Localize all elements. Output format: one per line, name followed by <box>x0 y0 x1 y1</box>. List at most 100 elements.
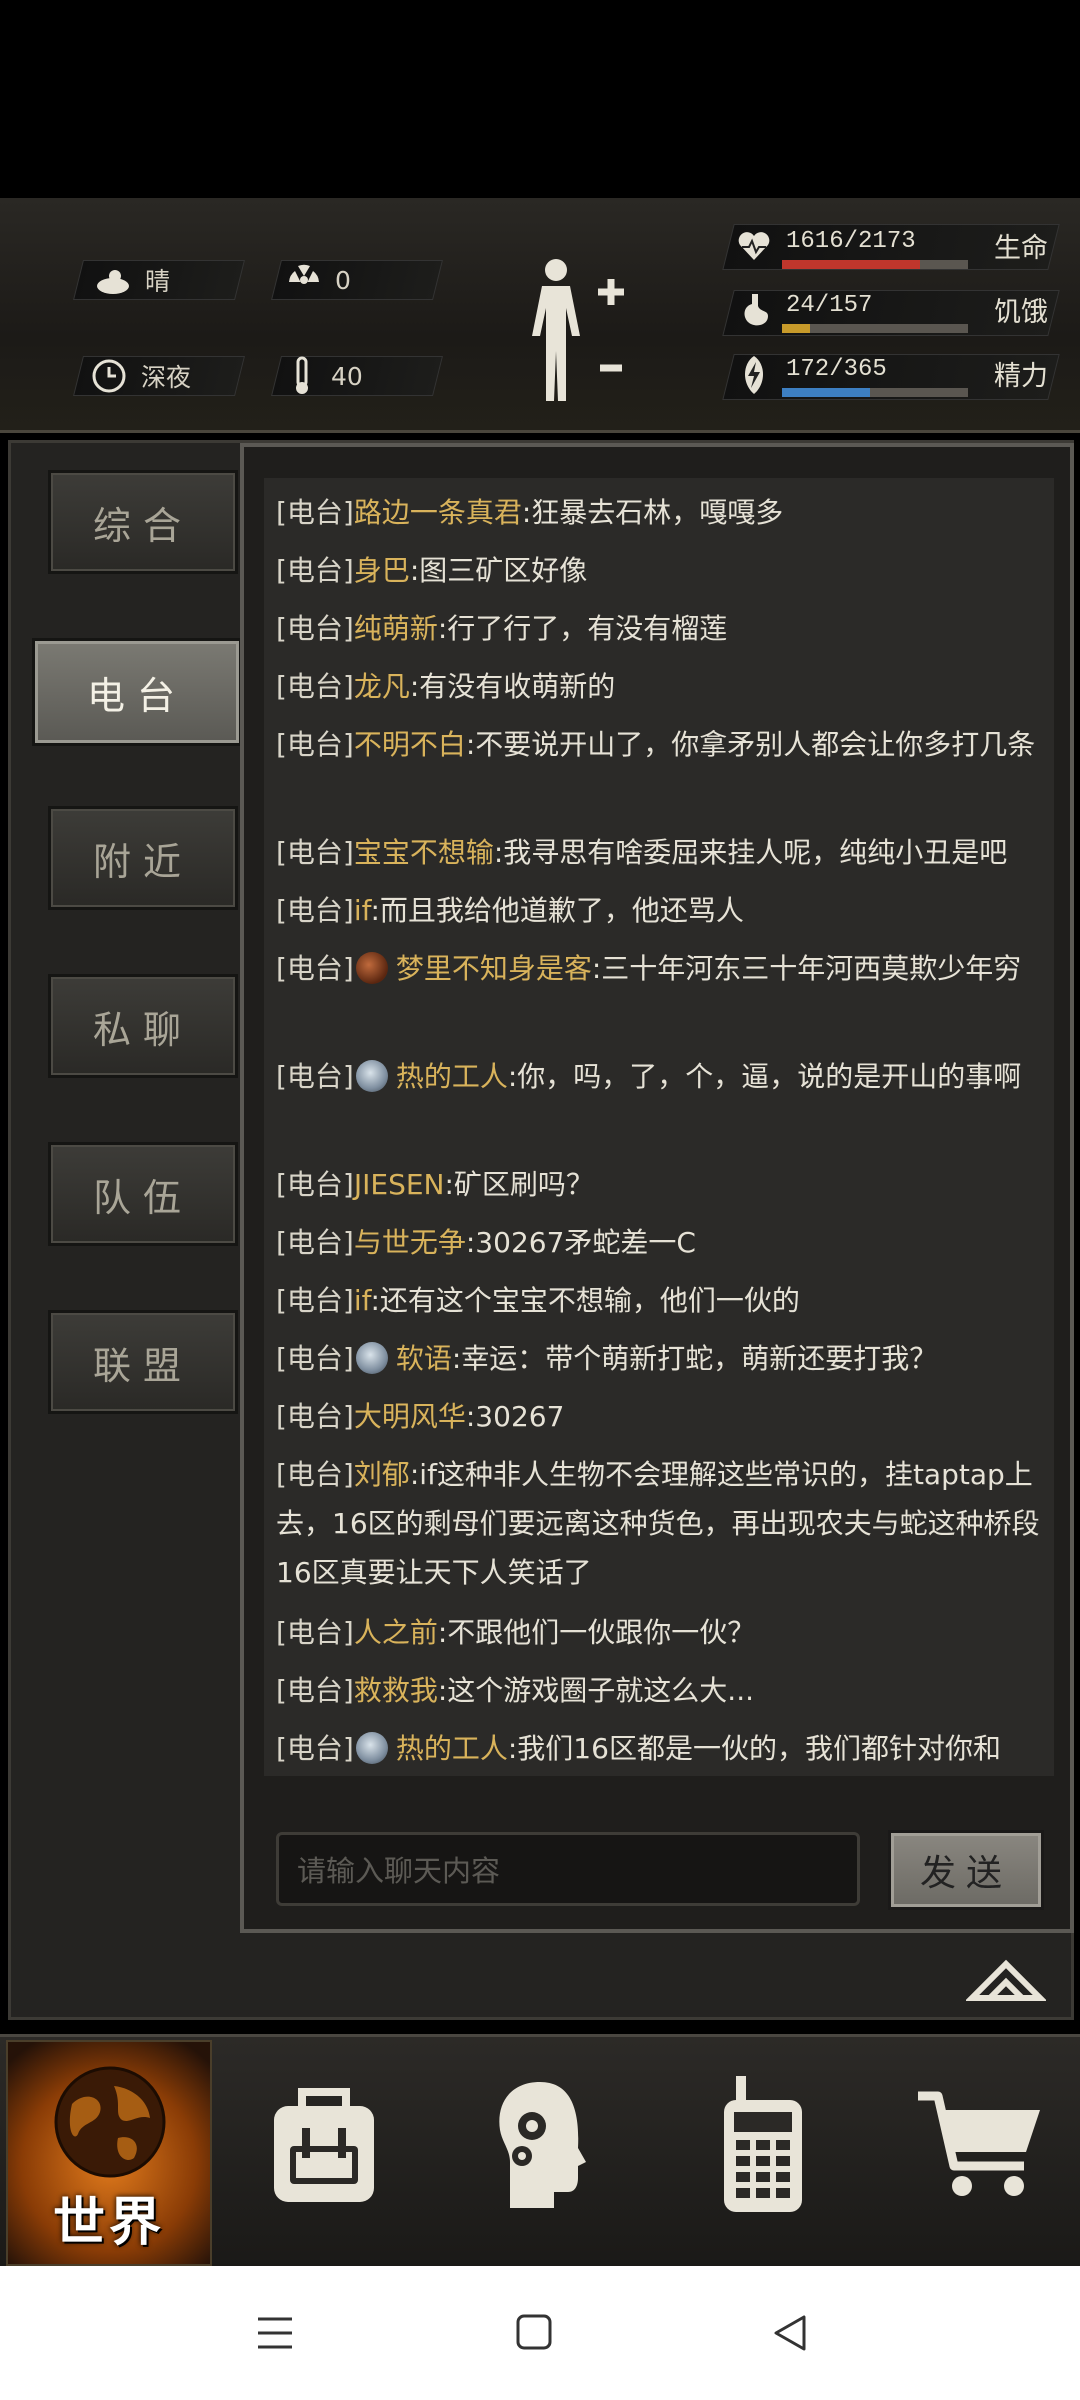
weather-box: 晴 <box>73 260 245 300</box>
energy-label: 精力 <box>994 361 1048 392</box>
message-text: :三十年河东三十年河西莫欺少年穷 <box>591 952 1022 985</box>
chat-message: [电台] 热的工人:我们16区都是一伙的，我们都针对你和 <box>276 1724 1048 1773</box>
tab-nearby[interactable]: 附近 <box>48 806 238 910</box>
chat-message: [电台]路边一条真君:狂暴去石林，嘎嘎多 <box>276 488 1048 537</box>
sender-name[interactable]: 不明不白 <box>354 728 466 761</box>
tab-team[interactable]: 队伍 <box>48 1142 238 1246</box>
message-text: :30267矛蛇差一C <box>465 1226 696 1259</box>
sender-name[interactable]: 梦里不知身是客 <box>396 952 592 985</box>
back-icon[interactable] <box>772 2314 808 2352</box>
chat-message: [电台]不明不白:不要说开山了，你拿矛别人都会让你多打几条 <box>276 720 1048 769</box>
sender-name[interactable]: 纯萌新 <box>354 612 438 645</box>
sender-name[interactable]: 刘郁 <box>354 1458 410 1491</box>
body-status-icon[interactable] <box>520 256 630 406</box>
channel-tag: [电台] <box>276 1458 354 1491</box>
chat-message: [电台]宝宝不想输:我寻思有啥委屈来挂人呢，纯纯小丑是吧 <box>276 828 1048 877</box>
message-text: :我寻思有啥委屈来挂人呢，纯纯小丑是吧 <box>493 836 1008 869</box>
temperature-value: 40 <box>331 361 363 391</box>
sender-name[interactable]: 宝宝不想输 <box>354 836 494 869</box>
tab-general[interactable]: 综合 <box>48 470 238 574</box>
time-text: 深夜 <box>141 363 192 392</box>
message-text: :行了行了，有没有榴莲 <box>437 612 728 645</box>
sender-name[interactable]: if <box>354 894 371 927</box>
chat-message: [电台]if:而且我给他道歉了，他还骂人 <box>276 886 1048 935</box>
health-text: 1616/2173 <box>786 228 916 255</box>
sender-name[interactable]: JIESEN <box>354 1168 445 1201</box>
world-nav-label: 世界 <box>52 2193 165 2253</box>
chat-message: [电台] 软语:幸运：带个萌新打蛇，萌新还要打我？ <box>276 1334 1048 1383</box>
message-text: :不要说开山了，你拿矛别人都会让你多打几条 <box>465 728 1036 761</box>
player-badge-icon <box>355 1060 388 1092</box>
message-text: :你，吗，了，个，逼，说的是开山的事啊 <box>507 1060 1022 1093</box>
channel-tag: [电台] <box>276 1342 354 1375</box>
sender-name[interactable]: 大明风华 <box>354 1400 466 1433</box>
sender-name[interactable]: 热的工人 <box>396 1732 508 1765</box>
chat-message: [电台]大明风华:30267 <box>276 1392 1048 1441</box>
tab-radio[interactable]: 电台 <box>32 638 242 746</box>
chat-message: [电台]纯萌新:行了行了，有没有榴莲 <box>276 604 1048 653</box>
hunger-bar <box>782 324 968 333</box>
channel-tag: [电台] <box>276 1400 354 1433</box>
sender-name[interactable]: 龙凡 <box>354 670 410 703</box>
sender-name[interactable]: 软语 <box>396 1342 452 1375</box>
system-navigation-bar <box>0 2266 1080 2400</box>
message-text: :30267 <box>465 1400 565 1433</box>
channel-tag: [电台] <box>276 670 354 703</box>
chat-message: [电台]if:还有这个宝宝不想输，他们一伙的 <box>276 1276 1048 1325</box>
world-nav-button[interactable]: 世界 <box>6 2040 212 2266</box>
message-text: :狂暴去石林，嘎嘎多 <box>521 496 784 529</box>
message-text: :还有这个宝宝不想输，他们一伙的 <box>370 1284 800 1317</box>
chat-message: [电台] 梦里不知身是客:三十年河东三十年河西莫欺少年穷 <box>276 944 1048 993</box>
time-box: 深夜 <box>73 356 245 396</box>
tab-private-chat[interactable]: 私聊 <box>48 974 238 1078</box>
channel-tag: [电台] <box>276 612 354 645</box>
sender-name[interactable]: 身巴 <box>354 554 410 587</box>
skills-head-icon[interactable] <box>492 2078 588 2212</box>
channel-tag: [电台] <box>276 952 354 985</box>
chat-message: [电台]人之前:不跟他们一伙跟你一伙？ <box>276 1608 1048 1657</box>
home-icon[interactable] <box>516 2314 552 2350</box>
chat-input[interactable]: 请输入聊天内容 <box>276 1832 860 1906</box>
backpack-icon[interactable] <box>266 2084 382 2208</box>
channel-tag: [电台] <box>276 894 354 927</box>
stomach-icon <box>744 294 768 326</box>
shop-cart-icon[interactable] <box>916 2088 1044 2202</box>
hunger-label: 饥饿 <box>994 297 1048 328</box>
radiation-value: 0 <box>335 265 351 295</box>
player-badge-icon <box>355 952 388 984</box>
radio-device-icon[interactable] <box>718 2074 808 2214</box>
sender-name[interactable]: 热的工人 <box>396 1060 508 1093</box>
radiation-box: 0 <box>271 260 443 300</box>
message-text: :矿区刷吗？ <box>444 1168 594 1201</box>
player-badge-icon <box>355 1342 388 1374</box>
energy-bar-fill <box>782 388 870 397</box>
health-bar-fill <box>782 260 921 269</box>
radiation-icon <box>289 264 319 284</box>
message-text: :图三矿区好像 <box>409 554 588 587</box>
message-text: :有没有收萌新的 <box>409 670 616 703</box>
collapse-up-icon[interactable] <box>966 1956 1046 2006</box>
sender-name[interactable]: 路边一条真君 <box>354 496 522 529</box>
health-bar <box>782 260 968 269</box>
channel-tag: [电台] <box>276 1060 354 1093</box>
sender-name[interactable]: 救救我 <box>354 1674 438 1707</box>
message-text: :而且我给他道歉了，他还骂人 <box>370 894 744 927</box>
channel-tag: [电台] <box>276 1226 354 1259</box>
channel-tag: [电台] <box>276 1168 354 1201</box>
sender-name[interactable]: if <box>354 1284 371 1317</box>
tab-alliance[interactable]: 联盟 <box>48 1310 238 1414</box>
sender-name[interactable]: 与世无争 <box>354 1226 466 1259</box>
chat-message: [电台]身巴:图三矿区好像 <box>276 546 1048 595</box>
menu-icon[interactable] <box>256 2316 294 2350</box>
health-label: 生命 <box>994 233 1048 264</box>
channel-tag: [电台] <box>276 1284 354 1317</box>
chat-input-placeholder: 请输入聊天内容 <box>297 1854 501 1888</box>
energy-bar <box>782 388 968 397</box>
message-text: :幸运：带个萌新打蛇，萌新还要打我？ <box>451 1342 938 1375</box>
message-text: :这个游戏圈子就这么大... <box>437 1674 755 1707</box>
thermometer-icon <box>296 356 308 394</box>
send-button[interactable]: 发送 <box>888 1830 1044 1910</box>
channel-tag: [电台] <box>276 1674 354 1707</box>
sender-name[interactable]: 人之前 <box>354 1616 438 1649</box>
chat-message: [电台] 热的工人:你，吗，了，个，逼，说的是开山的事啊 <box>276 1052 1048 1101</box>
